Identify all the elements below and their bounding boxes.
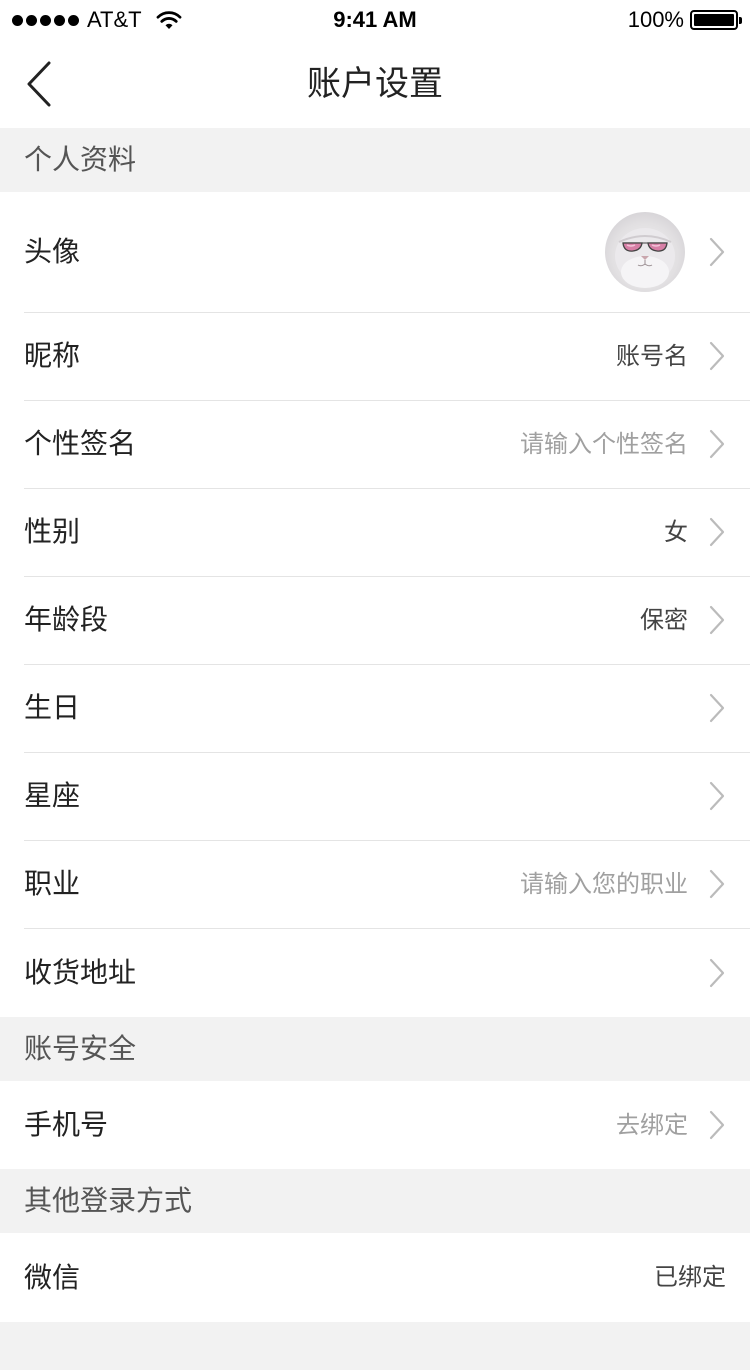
nickname-value: 账号名 [616,342,688,370]
avatar [605,212,685,292]
chevron-right-icon [709,869,725,899]
row-phone[interactable]: 手机号 去绑定 [0,1081,750,1169]
row-birthday[interactable]: 生日 [0,664,750,752]
chevron-right-icon [709,605,725,635]
battery-percentage: 100% [627,7,684,32]
status-bar: AT&T 9:41 AM 100% [0,0,750,40]
row-label: 生日 [24,691,81,724]
section-title: 个人资料 [24,143,137,176]
divider [24,488,750,489]
chevron-right-icon [709,237,725,267]
row-occupation[interactable]: 职业 请输入您的职业 [0,840,750,928]
row-wechat[interactable]: 微信 已绑定 [0,1233,750,1322]
chevron-right-icon [709,517,725,547]
section-header-security: 账号安全 [0,1017,750,1081]
row-label: 年龄段 [24,603,109,636]
section-header-other-login: 其他登录方式 [0,1169,750,1233]
row-label: 性别 [24,515,81,548]
row-address[interactable]: 收货地址 [0,928,750,1017]
row-gender[interactable]: 性别 女 [0,488,750,576]
divider [24,664,750,665]
row-label: 头像 [24,235,81,268]
row-label: 微信 [24,1261,81,1294]
row-label: 个性签名 [24,427,137,460]
chevron-right-icon [709,781,725,811]
row-label: 收货地址 [24,956,137,989]
chevron-right-icon [709,341,725,371]
chevron-right-icon [709,1110,725,1140]
battery-icon [690,10,742,30]
page-title: 账户设置 [307,64,443,104]
row-label: 星座 [24,779,81,812]
divider [24,752,750,753]
row-label: 昵称 [24,339,81,372]
signature-placeholder: 请输入个性签名 [520,430,688,458]
row-nickname[interactable]: 昵称 账号名 [0,312,750,400]
row-signature[interactable]: 个性签名 请输入个性签名 [0,400,750,488]
phone-bind-action: 去绑定 [616,1111,688,1139]
row-constellation[interactable]: 星座 [0,752,750,840]
status-right: 100% [627,6,742,34]
row-age-group[interactable]: 年龄段 保密 [0,576,750,664]
chevron-right-icon [709,693,725,723]
occupation-placeholder: 请输入您的职业 [520,870,688,898]
chevron-left-icon [27,61,51,107]
age-group-value: 保密 [640,606,688,634]
row-avatar[interactable]: 头像 [0,192,750,312]
cat-avatar-image [615,228,675,288]
section-title: 其他登录方式 [24,1184,193,1217]
row-label: 职业 [24,867,81,900]
section-title: 账号安全 [24,1032,137,1065]
chevron-right-icon [709,958,725,988]
gender-value: 女 [664,518,688,546]
row-label: 手机号 [24,1108,109,1141]
navigation-bar: 账户设置 [0,40,750,128]
section-header-profile: 个人资料 [0,128,750,192]
back-button[interactable] [14,56,64,112]
chevron-right-icon [709,429,725,459]
wechat-status: 已绑定 [654,1263,726,1291]
